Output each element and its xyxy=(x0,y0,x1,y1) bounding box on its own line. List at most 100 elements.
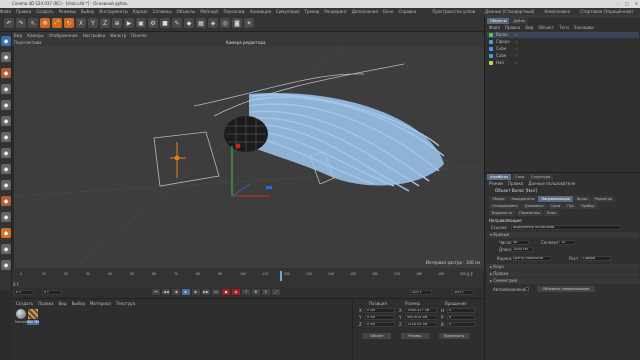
close-icon[interactable]: ✕ xyxy=(635,0,638,8)
attribute-subtab[interactable]: Общее xyxy=(489,196,508,202)
object-row[interactable]: Hair ✓ xyxy=(487,60,639,66)
menu-item[interactable]: Трекер xyxy=(304,9,319,14)
position-field[interactable]: 0 см xyxy=(365,322,395,327)
cube-icon[interactable]: ■ xyxy=(160,18,170,28)
attribute-subtab[interactable]: Генерировать xyxy=(489,203,521,209)
hair-material-preview[interactable] xyxy=(28,309,38,319)
material-menu-item[interactable]: Создать xyxy=(16,301,33,306)
attribute-tab[interactable]: Структура xyxy=(528,174,554,180)
last-frame-icon[interactable]: ⏭ xyxy=(212,289,220,295)
menu-item[interactable]: Режимы xyxy=(59,9,76,14)
edges-mode-icon[interactable]: ◆ xyxy=(1,100,11,110)
rotate-key-icon[interactable]: ↻ xyxy=(262,289,270,295)
attribute-subtab[interactable]: Редактор xyxy=(591,196,616,202)
menu-item[interactable]: Инструменты xyxy=(99,9,128,14)
viewport-menu-item[interactable]: Отображение xyxy=(49,33,78,38)
menu-item[interactable]: Рендеринг xyxy=(324,9,347,14)
texture-mode-icon[interactable]: ◆ xyxy=(1,68,11,78)
visibility-check-icon[interactable]: ✓ xyxy=(515,46,518,52)
nurbs-icon[interactable]: ◆ xyxy=(184,18,194,28)
material-menu-item[interactable]: Выбор xyxy=(72,301,85,306)
menu-item[interactable]: Каркас xyxy=(133,9,148,14)
link-field[interactable]: Выделение полигонов xyxy=(511,225,621,230)
material-menu-item[interactable]: Материал xyxy=(90,301,111,306)
viewport-menu-item[interactable]: Панели xyxy=(131,33,147,38)
menu-item[interactable]: Выбор xyxy=(81,9,94,14)
object-row[interactable]: Сфера ✓ xyxy=(487,39,639,45)
object-menu-item[interactable]: Теги xyxy=(559,25,569,30)
visibility-check-icon[interactable]: ✓ xyxy=(515,39,518,45)
update-guides-button[interactable]: Обновить направляющие xyxy=(537,286,595,292)
script-icon[interactable]: ◆ xyxy=(1,228,11,238)
size-field[interactable]: 1328.55 см xyxy=(405,322,437,327)
attribute-subtab[interactable]: Видимость xyxy=(489,210,516,216)
menu-item[interactable]: Справка xyxy=(398,9,416,14)
rotation-field[interactable]: 0 ° xyxy=(447,308,475,313)
playhead[interactable] xyxy=(280,271,282,281)
scale-key-icon[interactable]: ⤢ xyxy=(272,289,280,295)
viewport-menu-item[interactable]: Вид xyxy=(14,33,22,38)
play-icon[interactable]: ▶ xyxy=(182,289,190,295)
scale-icon[interactable]: ⤢ xyxy=(52,18,62,28)
prev-key-icon[interactable]: ◀◀ xyxy=(162,289,170,295)
visibility-check-icon[interactable]: ✓ xyxy=(515,60,518,66)
menu-item[interactable]: Симуляция xyxy=(276,9,299,14)
menubar-right-item[interactable]: Пространство узлов xyxy=(432,8,475,15)
object-tab[interactable]: Объекты xyxy=(487,18,510,24)
position-field[interactable]: 0 см xyxy=(365,315,395,320)
growth-select[interactable]: Сферa xyxy=(581,256,611,261)
polygons-mode-icon[interactable]: ◆ xyxy=(1,116,11,126)
object-row[interactable]: Cube ✓ xyxy=(487,46,639,52)
auto-update-checkbox[interactable] xyxy=(525,287,529,291)
menu-item[interactable]: MoGraph xyxy=(200,9,218,14)
snap-icon[interactable]: ◆ xyxy=(1,164,11,174)
attribute-subtab[interactable]: Волос xyxy=(573,196,591,202)
group-curves[interactable]: ▾ Кривые xyxy=(487,232,639,238)
solo-icon[interactable]: ◆ xyxy=(1,260,11,270)
scene-icon[interactable]: ◎ xyxy=(220,18,230,28)
perspective-viewport[interactable]: Интервал растра : 100 см xyxy=(14,46,484,268)
coord-system-icon[interactable]: ⊕ xyxy=(112,18,122,28)
menu-item[interactable]: Окно xyxy=(383,9,394,14)
redo-icon[interactable]: ↷ xyxy=(16,18,26,28)
attribute-subtab[interactable]: Параметры xyxy=(516,210,544,216)
rotate-icon[interactable]: ↻ xyxy=(64,18,74,28)
material-preview-1[interactable] xyxy=(16,309,26,319)
undo-icon[interactable]: ↶ xyxy=(4,18,14,28)
attribute-subtab[interactable]: Силы xyxy=(547,203,564,209)
minimize-icon[interactable]: – xyxy=(617,0,619,8)
object-menu-item[interactable]: Файл xyxy=(489,25,500,30)
attribute-tab[interactable]: Слои xyxy=(511,174,528,180)
menu-item[interactable]: Сплайны xyxy=(153,9,172,14)
next-frame-icon[interactable]: ▶ xyxy=(192,289,200,295)
render-icon[interactable]: ▣ xyxy=(136,18,146,28)
array-icon[interactable]: ▦ xyxy=(196,18,206,28)
menubar-right-item[interactable]: Компоновка xyxy=(544,8,570,15)
menu-item[interactable]: Создать xyxy=(36,9,53,14)
menu-item[interactable]: Дополнения xyxy=(352,9,378,14)
viewport-menu-item[interactable]: Настройки xyxy=(83,33,106,38)
spline-icon[interactable]: ✎ xyxy=(172,18,182,28)
next-key-icon[interactable]: ▶▶ xyxy=(202,289,210,295)
render-settings-icon[interactable]: ⚙ xyxy=(148,18,158,28)
length-field[interactable]: 1000 см xyxy=(511,247,533,252)
visibility-check-icon[interactable]: ✓ xyxy=(515,53,518,59)
object-tab[interactable]: Дубли xyxy=(510,18,528,24)
menubar-right-item[interactable]: Стартовая (Упрощённая) xyxy=(580,8,633,15)
material-menu-item[interactable]: Правка xyxy=(38,301,53,306)
size-field[interactable]: 1384.527 см xyxy=(405,308,437,313)
move-icon[interactable]: ✥ xyxy=(40,18,50,28)
attribute-tab[interactable]: Атрибуты xyxy=(487,174,511,180)
viewport-menu-item[interactable]: Фильтр xyxy=(110,33,126,38)
menu-item[interactable]: Анимация xyxy=(250,9,271,14)
model-mode-icon[interactable]: ◆ xyxy=(1,52,11,62)
attribute-menu-item[interactable]: Режим xyxy=(489,181,503,186)
points-mode-icon[interactable]: ◆ xyxy=(1,84,11,94)
collapsed-section-3[interactable]: ▸ Симметрия xyxy=(487,278,639,284)
timeline[interactable]: 0 10 20 30 40 50 60 70 80 90 100 110 120 130 140 150 160… xyxy=(12,268,484,290)
attribute-subtab[interactable]: Динамика xyxy=(521,203,547,209)
segments-field[interactable]: 10 xyxy=(559,240,575,245)
collapsed-section-1[interactable]: ▸ Корн xyxy=(487,264,639,270)
object-row[interactable]: Cube ✓ xyxy=(487,53,639,59)
menu-item[interactable]: Правка xyxy=(16,9,31,14)
